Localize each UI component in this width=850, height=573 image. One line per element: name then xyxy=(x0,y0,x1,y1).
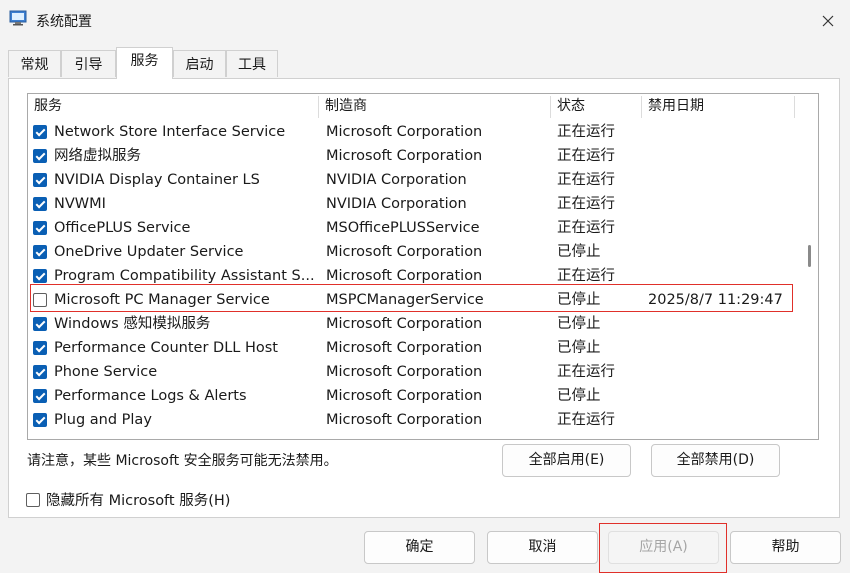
hide-ms-services[interactable]: 隐藏所有 Microsoft 服务(H) xyxy=(26,489,230,510)
service-manufacturer: Microsoft Corporation xyxy=(326,388,483,404)
service-name: Performance Counter DLL Host xyxy=(54,340,278,356)
service-manufacturer: Microsoft Corporation xyxy=(326,340,483,356)
ok-button[interactable]: 确定 xyxy=(364,531,475,564)
tab-services[interactable]: 服务 xyxy=(116,47,173,79)
service-name: Phone Service xyxy=(54,364,158,380)
service-checkbox[interactable] xyxy=(33,269,47,283)
service-name: Performance Logs & Alerts xyxy=(54,388,247,404)
close-button[interactable] xyxy=(812,6,844,36)
service-name: 网络虚拟服务 xyxy=(54,148,141,164)
service-status: 正在运行 xyxy=(557,124,615,140)
table-row[interactable]: Windows 感知模拟服务 Microsoft Corporation 已停止 xyxy=(28,312,798,336)
close-icon xyxy=(822,15,834,27)
service-name: OneDrive Updater Service xyxy=(54,244,244,260)
tab-tools[interactable]: 工具 xyxy=(226,50,278,77)
column-divider[interactable] xyxy=(794,96,795,118)
service-manufacturer: Microsoft Corporation xyxy=(326,412,483,428)
services-list[interactable]: 服务 制造商 状态 禁用日期 Network Store Interface S… xyxy=(27,93,819,440)
service-manufacturer: Microsoft Corporation xyxy=(326,244,483,260)
service-manufacturer: NVIDIA Corporation xyxy=(326,196,467,212)
column-header-service[interactable]: 服务 xyxy=(28,94,318,119)
service-manufacturer: Microsoft Corporation xyxy=(326,316,483,332)
service-status: 正在运行 xyxy=(557,220,615,236)
service-checkbox[interactable] xyxy=(33,173,47,187)
table-row[interactable]: Performance Counter DLL Host Microsoft Co… xyxy=(28,336,798,360)
service-checkbox[interactable] xyxy=(33,197,47,211)
table-row[interactable]: 网络虚拟服务 Microsoft Corporation 正在运行 xyxy=(28,144,798,168)
vertical-scrollbar[interactable] xyxy=(802,120,818,439)
service-checkbox[interactable] xyxy=(33,317,47,331)
service-manufacturer: Microsoft Corporation xyxy=(326,124,483,140)
service-status: 正在运行 xyxy=(557,172,615,188)
service-status: 已停止 xyxy=(557,340,601,356)
service-disabled-date xyxy=(648,216,808,240)
table-row[interactable]: NVWMI NVIDIA Corporation 正在运行 xyxy=(28,192,798,216)
system-config-icon xyxy=(9,10,27,26)
service-name: OfficePLUS Service xyxy=(54,220,191,236)
column-header-manufacturer[interactable]: 制造商 xyxy=(319,94,550,119)
service-disabled-date xyxy=(648,144,808,168)
list-rows: Network Store Interface Service Microsoft… xyxy=(28,120,798,432)
scrollbar-thumb[interactable] xyxy=(808,245,811,267)
hide-ms-services-label: 隐藏所有 Microsoft 服务(H) xyxy=(46,493,231,509)
service-status: 已停止 xyxy=(557,244,601,260)
service-checkbox[interactable] xyxy=(33,221,47,235)
tab-general[interactable]: 常规 xyxy=(8,50,61,77)
service-disabled-date xyxy=(648,120,808,144)
window-title: 系统配置 xyxy=(36,14,92,30)
service-name: Network Store Interface Service xyxy=(54,124,286,140)
service-disabled-date xyxy=(648,192,808,216)
table-row[interactable]: Network Store Interface Service Microsoft… xyxy=(28,120,798,144)
disable-all-button[interactable]: 全部禁用(D) xyxy=(651,444,780,477)
table-row[interactable]: OneDrive Updater Service Microsoft Corpor… xyxy=(28,240,798,264)
table-row[interactable]: Performance Logs & Alerts Microsoft Corpo… xyxy=(28,384,798,408)
service-checkbox[interactable] xyxy=(33,413,47,427)
table-row[interactable]: Phone Service Microsoft Corporation 正在运行 xyxy=(28,360,798,384)
column-header-disabled-date[interactable]: 禁用日期 xyxy=(642,94,794,119)
highlight-box xyxy=(30,284,793,312)
cancel-button[interactable]: 取消 xyxy=(487,531,598,564)
service-name: Plug and Play xyxy=(54,412,152,428)
service-status: 正在运行 xyxy=(557,148,615,164)
service-manufacturer: Microsoft Corporation xyxy=(326,364,483,380)
hide-ms-services-checkbox[interactable] xyxy=(26,493,40,507)
service-disabled-date xyxy=(648,408,808,432)
table-row[interactable]: NVIDIA Display Container LS NVIDIA Corpor… xyxy=(28,168,798,192)
service-manufacturer: MSOfficePLUSService xyxy=(326,220,480,236)
service-checkbox[interactable] xyxy=(33,125,47,139)
title-bar: 系统配置 xyxy=(0,0,850,40)
list-header: 服务 制造商 状态 禁用日期 xyxy=(28,94,818,119)
security-note: 请注意，某些 Microsoft 安全服务可能无法禁用。 xyxy=(27,453,338,469)
service-checkbox[interactable] xyxy=(33,341,47,355)
column-header-status[interactable]: 状态 xyxy=(551,94,641,119)
service-status: 正在运行 xyxy=(557,364,615,380)
service-name: NVWMI xyxy=(54,196,106,212)
service-status: 正在运行 xyxy=(557,196,615,212)
service-name: Windows 感知模拟服务 xyxy=(54,316,211,332)
service-checkbox[interactable] xyxy=(33,389,47,403)
service-checkbox[interactable] xyxy=(33,149,47,163)
table-row[interactable]: OfficePLUS Service MSOfficePLUSService 正在运… xyxy=(28,216,798,240)
service-status: 已停止 xyxy=(557,316,601,332)
table-row[interactable]: Plug and Play Microsoft Corporation 正在运行 xyxy=(28,408,798,432)
service-disabled-date xyxy=(648,384,808,408)
service-status: 正在运行 xyxy=(557,412,615,428)
service-name: NVIDIA Display Container LS xyxy=(54,172,260,188)
service-checkbox[interactable] xyxy=(33,365,47,379)
service-disabled-date xyxy=(648,312,808,336)
service-disabled-date xyxy=(648,240,808,264)
tab-startup[interactable]: 启动 xyxy=(173,50,226,77)
service-manufacturer: NVIDIA Corporation xyxy=(326,172,467,188)
service-disabled-date xyxy=(648,360,808,384)
tab-boot[interactable]: 引导 xyxy=(61,50,116,77)
service-disabled-date xyxy=(648,168,808,192)
service-manufacturer: Microsoft Corporation xyxy=(326,148,483,164)
service-checkbox[interactable] xyxy=(33,245,47,259)
service-status: 已停止 xyxy=(557,388,601,404)
apply-highlight-box xyxy=(599,523,727,573)
service-disabled-date xyxy=(648,336,808,360)
enable-all-button[interactable]: 全部启用(E) xyxy=(502,444,631,477)
help-button[interactable]: 帮助 xyxy=(730,531,841,564)
